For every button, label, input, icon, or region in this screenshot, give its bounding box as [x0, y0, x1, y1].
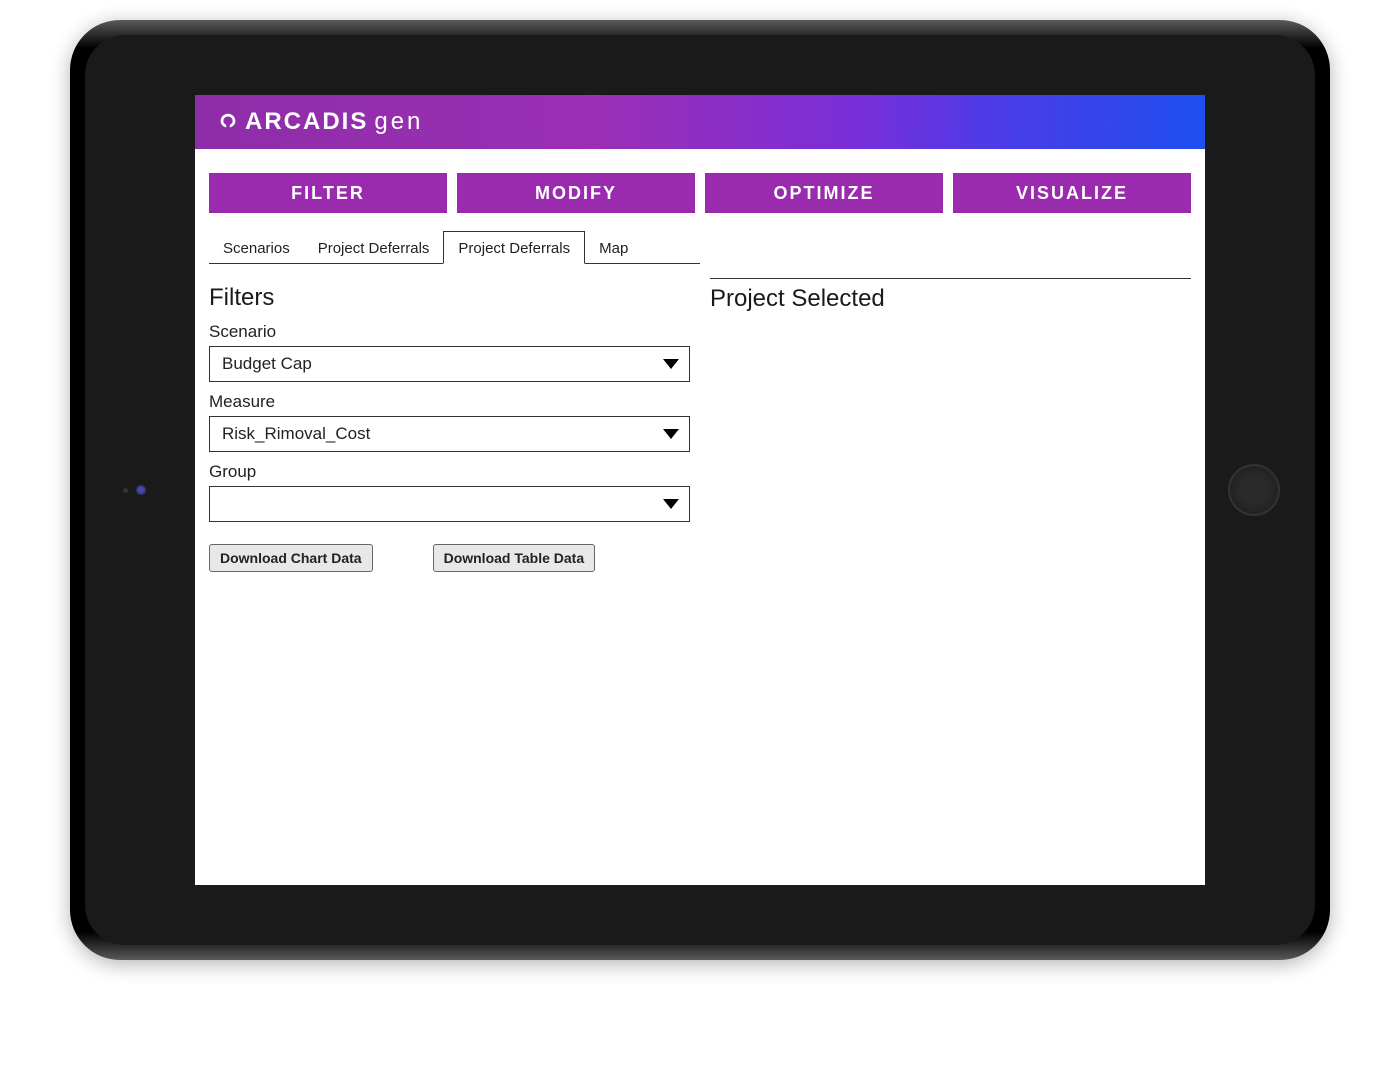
camera-lens: [136, 485, 146, 495]
filters-title: Filters: [209, 284, 690, 312]
measure-select[interactable]: Risk_Rimoval_Cost: [209, 416, 690, 452]
tablet-frame: ARCADIS gen FILTER MODIFY OPTIMIZE VISUA…: [70, 20, 1330, 960]
project-selected-title: Project Selected: [710, 285, 1191, 313]
scenario-select-value: Budget Cap: [209, 346, 690, 382]
tab-project-deferrals-2[interactable]: Project Deferrals: [443, 231, 585, 264]
filters-pane: Filters Scenario Budget Cap Measure Risk…: [209, 278, 690, 885]
tabs-container: Scenarios Project Deferrals Project Defe…: [195, 231, 1205, 264]
measure-label: Measure: [209, 392, 690, 412]
home-button[interactable]: [1228, 464, 1280, 516]
app-header: ARCADIS gen: [195, 95, 1205, 149]
scenario-label: Scenario: [209, 322, 690, 342]
nav-filter-button[interactable]: FILTER: [209, 173, 447, 213]
tab-project-deferrals-1[interactable]: Project Deferrals: [304, 232, 444, 263]
tab-map[interactable]: Map: [585, 232, 642, 263]
brand-logo: ARCADIS gen: [217, 108, 423, 136]
download-buttons: Download Chart Data Download Table Data: [209, 544, 690, 572]
project-selected-pane: Project Selected: [710, 278, 1191, 885]
nav-visualize-button[interactable]: VISUALIZE: [953, 173, 1191, 213]
group-label: Group: [209, 462, 690, 482]
sensor-dot: [123, 488, 128, 493]
tabs-bar: Scenarios Project Deferrals Project Defe…: [209, 231, 700, 264]
measure-select-value: Risk_Rimoval_Cost: [209, 416, 690, 452]
group-select-value: [209, 486, 690, 522]
scenario-select[interactable]: Budget Cap: [209, 346, 690, 382]
brand-name-light: gen: [374, 108, 423, 136]
group-select[interactable]: [209, 486, 690, 522]
main-nav: FILTER MODIFY OPTIMIZE VISUALIZE: [195, 149, 1205, 231]
nav-modify-button[interactable]: MODIFY: [457, 173, 695, 213]
download-chart-button[interactable]: Download Chart Data: [209, 544, 373, 572]
download-table-button[interactable]: Download Table Data: [433, 544, 596, 572]
tab-scenarios[interactable]: Scenarios: [209, 232, 304, 263]
app-screen: ARCADIS gen FILTER MODIFY OPTIMIZE VISUA…: [195, 95, 1205, 885]
nav-optimize-button[interactable]: OPTIMIZE: [705, 173, 943, 213]
tablet-bezel: ARCADIS gen FILTER MODIFY OPTIMIZE VISUA…: [85, 35, 1315, 945]
camera-cluster: [123, 485, 146, 495]
brand-name-bold: ARCADIS: [245, 108, 368, 136]
content-area: Filters Scenario Budget Cap Measure Risk…: [195, 264, 1205, 885]
brand-icon: [217, 111, 239, 133]
